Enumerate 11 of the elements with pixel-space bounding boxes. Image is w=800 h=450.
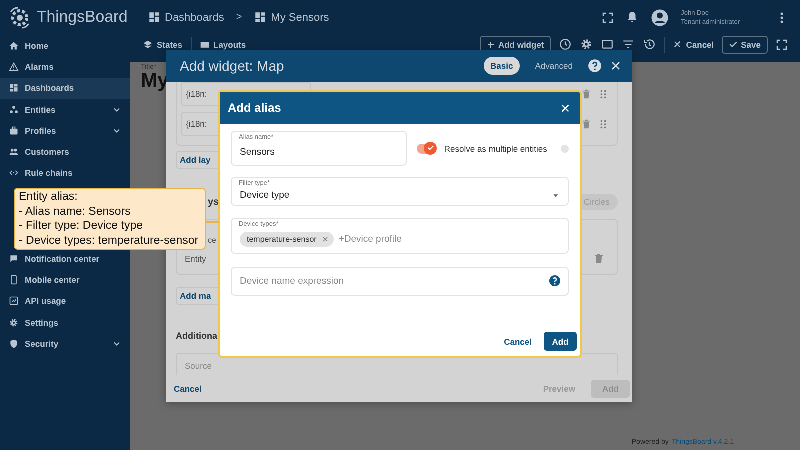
section-heading: ys xyxy=(208,196,220,208)
entity-label: Entity xyxy=(185,254,206,264)
app-name: ThingsBoard xyxy=(37,8,128,26)
section-heading: Additiona xyxy=(176,331,218,341)
breadcrumb-separator: > xyxy=(236,12,242,23)
dialog-title: Add widget: Map xyxy=(180,58,286,74)
source-label: ce xyxy=(208,236,216,245)
dialog-title: Add alias xyxy=(228,101,282,115)
callout-note: Entity alias: - Alias name: Sensors - Filter type: Device type - Device types: temperature-sensor xyxy=(14,188,206,250)
toggle-label: Resolve as multiple entities xyxy=(444,144,548,154)
dashboard-title: My xyxy=(141,71,169,91)
